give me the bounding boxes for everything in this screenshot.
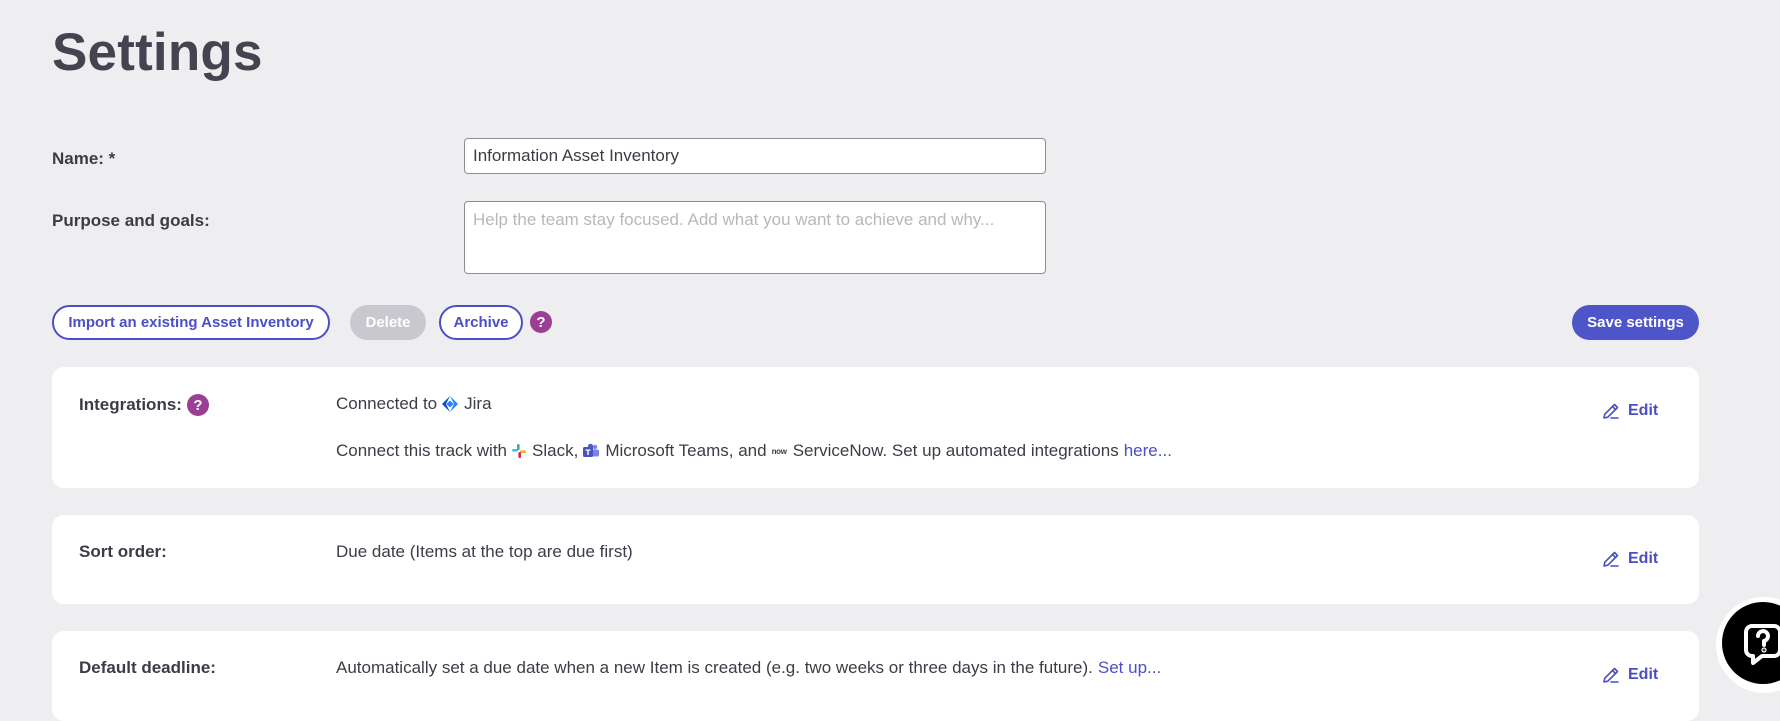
delete-button[interactable]: Delete bbox=[350, 305, 426, 340]
jira-logo-icon bbox=[441, 395, 459, 413]
sort-order-value: Due date (Items at the top are due first… bbox=[336, 542, 633, 561]
chat-support-button[interactable] bbox=[1716, 597, 1780, 693]
default-deadline-value: Automatically set a due date when a new … bbox=[336, 658, 1093, 677]
connect-track-text: Connect this track with Slack, Microsoft… bbox=[336, 441, 1172, 461]
teams-text: Microsoft Teams, and bbox=[605, 441, 767, 460]
pencil-icon bbox=[1603, 551, 1619, 567]
chat-support-icon bbox=[1722, 602, 1780, 684]
slack-text: Slack, bbox=[532, 441, 579, 460]
default-deadline-text: Automatically set a due date when a new … bbox=[336, 658, 1161, 678]
sort-order-card: Sort order: Due date (Items at the top a… bbox=[52, 515, 1699, 604]
slack-logo-icon bbox=[511, 443, 527, 459]
servicenow-text: ServiceNow. Set up automated integration… bbox=[792, 441, 1119, 460]
edit-label: Edit bbox=[1628, 550, 1659, 567]
name-label: Name: * bbox=[52, 149, 116, 168]
integrations-edit-button[interactable]: Edit bbox=[1601, 401, 1658, 421]
edit-label: Edit bbox=[1628, 666, 1659, 683]
integrations-label-group: Integrations: ? bbox=[79, 394, 209, 416]
pencil-icon bbox=[1603, 667, 1619, 683]
integrations-card: Integrations: ? Connected to Jira Connec… bbox=[52, 367, 1699, 488]
name-input[interactable] bbox=[464, 138, 1046, 174]
sort-order-edit-button[interactable]: Edit bbox=[1601, 549, 1658, 569]
microsoft-teams-logo-icon bbox=[582, 443, 600, 459]
import-asset-inventory-button[interactable]: Import an existing Asset Inventory bbox=[52, 305, 330, 340]
purpose-input[interactable] bbox=[464, 201, 1046, 274]
default-deadline-setup-link[interactable]: Set up... bbox=[1098, 658, 1161, 678]
sort-order-label: Sort order: bbox=[79, 542, 167, 561]
connected-prefix: Connected to bbox=[336, 394, 438, 413]
integrations-label: Integrations: bbox=[79, 395, 182, 414]
archive-button[interactable]: Archive bbox=[439, 305, 523, 340]
save-settings-button[interactable]: Save settings bbox=[1572, 305, 1699, 340]
integrations-here-link[interactable]: here... bbox=[1124, 441, 1172, 461]
servicenow-logo-icon: now bbox=[771, 446, 787, 456]
connected-service: Jira bbox=[464, 394, 492, 413]
purpose-label: Purpose and goals: bbox=[52, 211, 210, 230]
default-deadline-edit-button[interactable]: Edit bbox=[1601, 665, 1658, 685]
default-deadline-card: Default deadline: Automatically set a du… bbox=[52, 631, 1699, 721]
connected-to-text: Connected to Jira bbox=[336, 394, 492, 414]
integrations-help-icon[interactable]: ? bbox=[186, 394, 209, 416]
default-deadline-label: Default deadline: bbox=[79, 658, 216, 677]
edit-label: Edit bbox=[1628, 402, 1659, 419]
pencil-icon bbox=[1603, 403, 1619, 419]
page-title: Settings bbox=[52, 23, 263, 82]
connect-prefix: Connect this track with bbox=[336, 441, 508, 460]
help-icon[interactable]: ? bbox=[530, 311, 552, 333]
